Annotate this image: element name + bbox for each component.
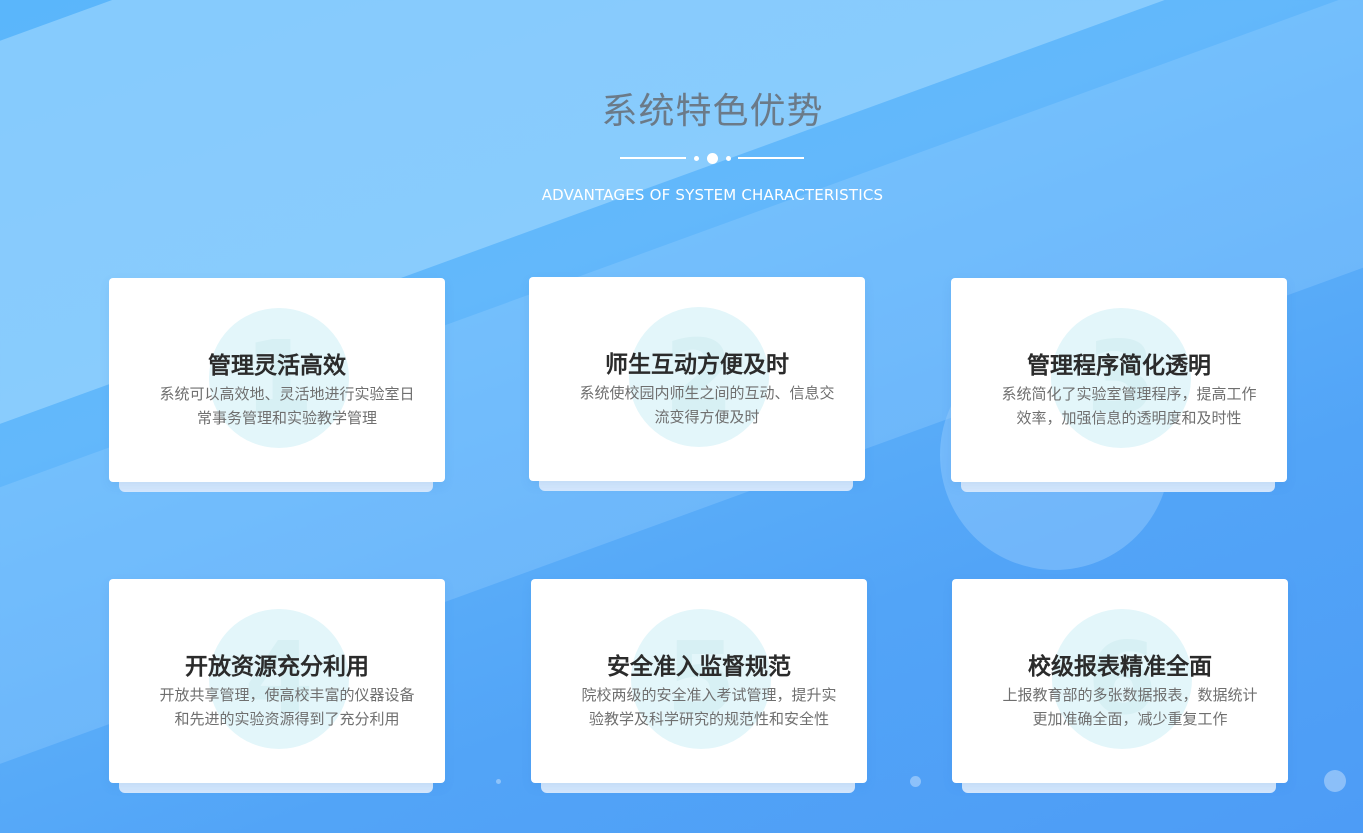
card-title: 管理灵活高效 bbox=[208, 353, 346, 379]
feature-card[interactable]: 1 管理灵活高效 系统可以高效地、灵活地进行实验室日常事务管理和实验教学管理 bbox=[109, 278, 445, 492]
card-description: 开放共享管理，使高校丰富的仪器设备和先进的实验资源得到了充分利用 bbox=[159, 686, 415, 728]
divider-line bbox=[738, 157, 804, 159]
card-body: 4 开放资源充分利用 开放共享管理，使高校丰富的仪器设备和先进的实验资源得到了充… bbox=[109, 579, 445, 783]
card-title: 校级报表精准全面 bbox=[1028, 654, 1212, 680]
decorative-dot bbox=[1324, 770, 1346, 792]
divider-dot bbox=[726, 156, 731, 161]
divider-dot bbox=[694, 156, 699, 161]
decorative-dot bbox=[910, 776, 921, 787]
feature-card[interactable]: 6 校级报表精准全面 上报教育部的多张数据报表，数据统计更加准确全面，减少重复工… bbox=[952, 579, 1288, 793]
decorative-dot bbox=[496, 779, 501, 784]
card-title: 师生互动方便及时 bbox=[605, 352, 789, 378]
section-subtitle: ADVANTAGES OF SYSTEM CHARACTERISTICS bbox=[541, 186, 884, 204]
card-title: 安全准入监督规范 bbox=[607, 654, 791, 680]
card-body: 1 管理灵活高效 系统可以高效地、灵活地进行实验室日常事务管理和实验教学管理 bbox=[109, 278, 445, 482]
feature-card[interactable]: 5 安全准入监督规范 院校两级的安全准入考试管理，提升实验教学及科学研究的规范性… bbox=[531, 579, 867, 793]
card-description: 院校两级的安全准入考试管理，提升实验教学及科学研究的规范性和安全性 bbox=[581, 686, 837, 728]
card-title: 开放资源充分利用 bbox=[185, 654, 369, 680]
card-description: 系统简化了实验室管理程序，提高工作效率，加强信息的透明度和及时性 bbox=[1001, 385, 1257, 427]
card-title: 管理程序简化透明 bbox=[1027, 353, 1211, 379]
card-description: 上报教育部的多张数据报表，数据统计更加准确全面，减少重复工作 bbox=[1002, 686, 1258, 728]
card-body: 2 师生互动方便及时 系统使校园内师生之间的互动、信息交流变得方便及时 bbox=[529, 277, 865, 481]
divider-line bbox=[620, 157, 686, 159]
card-body: 6 校级报表精准全面 上报教育部的多张数据报表，数据统计更加准确全面，减少重复工… bbox=[952, 579, 1288, 783]
feature-card[interactable]: 3 管理程序简化透明 系统简化了实验室管理程序，提高工作效率，加强信息的透明度和… bbox=[951, 278, 1287, 492]
card-body: 5 安全准入监督规范 院校两级的安全准入考试管理，提升实验教学及科学研究的规范性… bbox=[531, 579, 867, 783]
card-body: 3 管理程序简化透明 系统简化了实验室管理程序，提高工作效率，加强信息的透明度和… bbox=[951, 278, 1287, 482]
divider-dot bbox=[707, 153, 718, 164]
feature-card[interactable]: 4 开放资源充分利用 开放共享管理，使高校丰富的仪器设备和先进的实验资源得到了充… bbox=[109, 579, 445, 793]
card-description: 系统可以高效地、灵活地进行实验室日常事务管理和实验教学管理 bbox=[159, 385, 415, 427]
card-description: 系统使校园内师生之间的互动、信息交流变得方便及时 bbox=[579, 384, 835, 426]
feature-card[interactable]: 2 师生互动方便及时 系统使校园内师生之间的互动、信息交流变得方便及时 bbox=[529, 277, 865, 491]
section-title: 系统特色优势 bbox=[601, 91, 824, 132]
title-divider bbox=[620, 152, 804, 164]
